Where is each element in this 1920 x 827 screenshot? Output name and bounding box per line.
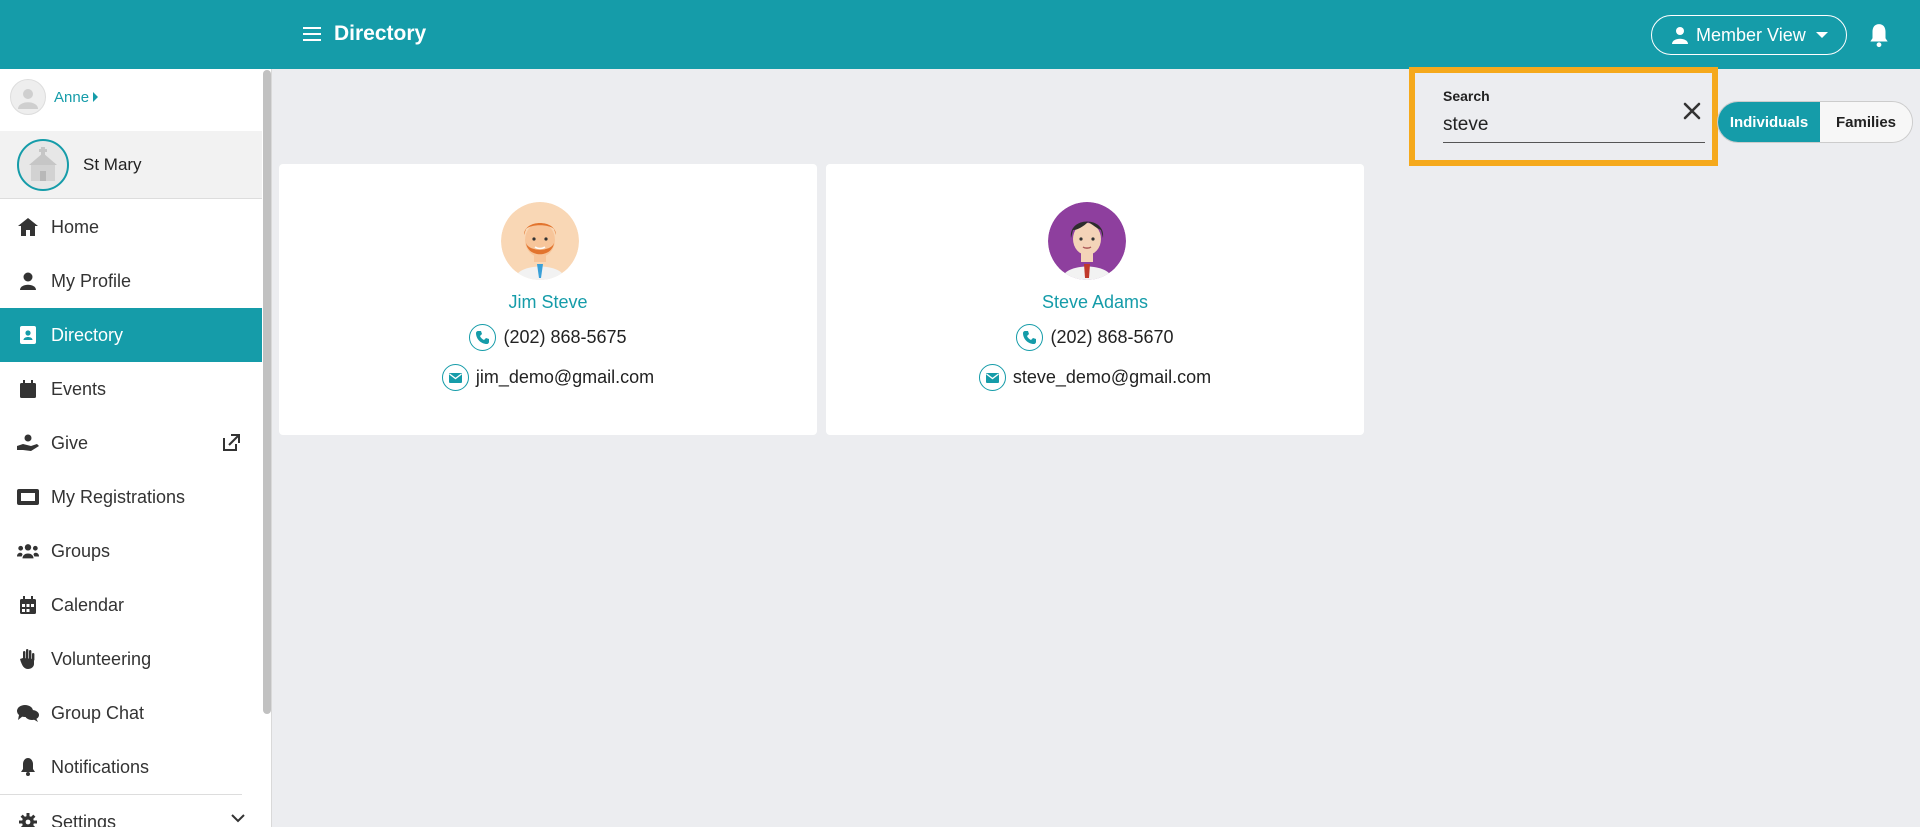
view-toggle: Individuals Families <box>1717 101 1913 143</box>
hamburger-menu-icon[interactable] <box>300 22 324 46</box>
member-card: Jim Steve (202) 868-5675 jim_demo@gmail.… <box>279 164 817 435</box>
sidebar-item-give[interactable]: Give <box>0 416 262 470</box>
sidebar-item-notifications[interactable]: Notifications <box>0 740 262 794</box>
caret-down-icon <box>1815 32 1828 38</box>
user-icon <box>17 270 39 292</box>
sidebar-item-label: Volunteering <box>51 648 152 669</box>
church-name: St Mary <box>83 154 142 174</box>
search-input[interactable] <box>1443 107 1705 143</box>
calendar-icon <box>17 378 39 400</box>
user-switcher[interactable]: Anne <box>10 79 99 115</box>
sidebar-item-label: Home <box>51 216 100 237</box>
sidebar-item-groups[interactable]: Groups <box>0 524 262 578</box>
ticket-icon <box>17 486 39 508</box>
member-avatar[interactable] <box>501 202 579 280</box>
users-icon <box>17 540 39 562</box>
sidebar-item-events[interactable]: Events <box>0 362 262 416</box>
close-icon[interactable] <box>1681 100 1703 122</box>
bell-icon[interactable] <box>1866 22 1892 48</box>
sidebar-item-label: Directory <box>51 324 124 345</box>
user-avatar <box>10 79 46 115</box>
envelope-icon <box>441 364 469 391</box>
church-icon <box>29 146 57 181</box>
comments-icon <box>17 702 39 724</box>
top-bar: Directory Member View <box>0 0 1920 69</box>
church-selector[interactable]: St Mary <box>0 131 262 199</box>
sidebar-item-label: Notifications <box>51 756 150 777</box>
sidebar-item-label: Events <box>51 378 107 399</box>
sidebar-item-label: Group Chat <box>51 702 145 723</box>
sidebar-item-my-registrations[interactable]: My Registrations <box>0 470 262 524</box>
sidebar-item-my-profile[interactable]: My Profile <box>0 254 262 308</box>
sidebar-item-label: Settings <box>51 811 117 827</box>
envelope-icon <box>978 364 1006 391</box>
sidebar-item-settings[interactable]: Settings <box>0 795 262 827</box>
hand-icon <box>17 648 39 670</box>
phone-icon <box>469 324 497 351</box>
chevron-down-icon[interactable] <box>230 813 246 823</box>
caret-right-icon <box>93 92 99 102</box>
sidebar-item-calendar[interactable]: Calendar <box>0 578 262 632</box>
sidebar-item-label: My Profile <box>51 270 132 291</box>
member-name[interactable]: Steve Adams <box>826 292 1364 313</box>
member-view-label: Member View <box>1696 24 1806 45</box>
member-email[interactable]: jim_demo@gmail.com <box>279 364 817 391</box>
member-view-dropdown[interactable]: Member View <box>1651 15 1847 55</box>
member-name[interactable]: Jim Steve <box>279 292 817 313</box>
home-icon <box>17 216 39 238</box>
hand-holding-icon <box>17 432 39 454</box>
member-phone[interactable]: (202) 868-5670 <box>826 324 1364 351</box>
sidebar-item-group-chat[interactable]: Group Chat <box>0 686 262 740</box>
member-card: Steve Adams (202) 868-5670 steve_demo@gm… <box>826 164 1364 435</box>
member-phone-text: (202) 868-5670 <box>1050 327 1174 347</box>
sidebar-item-label: Give <box>51 432 89 453</box>
calendar-grid-icon <box>17 594 39 616</box>
member-email-text: jim_demo@gmail.com <box>475 367 655 387</box>
sidebar-nav: Home My Profile Directory Events Give My… <box>0 200 262 827</box>
member-phone[interactable]: (202) 868-5675 <box>279 324 817 351</box>
families-button[interactable]: Families <box>1820 102 1912 142</box>
member-phone-text: (202) 868-5675 <box>503 327 627 347</box>
sidebar: Anne St Mary Home My Profile Directory E… <box>0 69 262 827</box>
member-email[interactable]: steve_demo@gmail.com <box>826 364 1364 391</box>
member-avatar[interactable] <box>1048 202 1126 280</box>
sidebar-item-label: My Registrations <box>51 486 186 507</box>
search-label: Search <box>1443 88 1490 104</box>
church-avatar <box>17 138 69 191</box>
external-link-icon[interactable] <box>220 432 242 454</box>
user-name: Anne <box>54 88 90 106</box>
sidebar-item-home[interactable]: Home <box>0 200 262 254</box>
user-icon <box>1672 27 1688 44</box>
sidebar-item-label: Groups <box>51 540 111 561</box>
member-email-text: steve_demo@gmail.com <box>1012 367 1212 387</box>
sidebar-item-label: Calendar <box>51 594 125 615</box>
sidebar-scrollbar[interactable] <box>263 70 271 714</box>
bell-icon <box>17 756 39 778</box>
sidebar-item-directory[interactable]: Directory <box>0 308 262 362</box>
sidebar-item-volunteering[interactable]: Volunteering <box>0 632 262 686</box>
phone-icon <box>1016 324 1044 351</box>
gear-icon <box>17 811 39 827</box>
individuals-button[interactable]: Individuals <box>1718 102 1820 142</box>
page-title: Directory <box>334 22 427 45</box>
address-book-icon <box>17 324 39 346</box>
